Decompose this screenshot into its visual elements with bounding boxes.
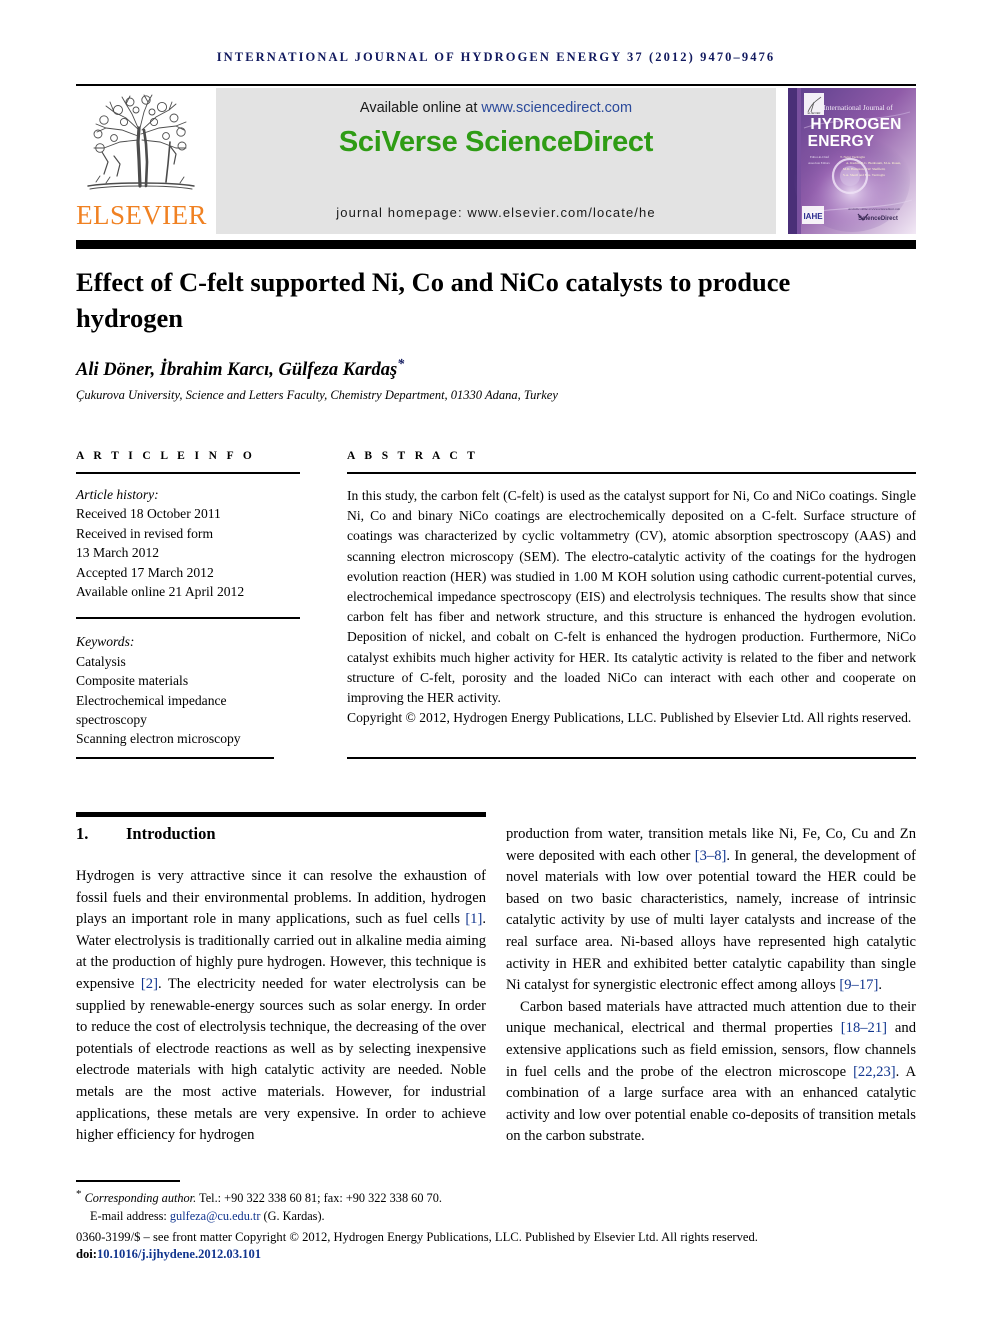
body-column-left: 1. Introduction Hydrogen is very attracti… — [76, 824, 486, 1147]
abstract-column: A B S T R A C T In this study, the carbo… — [347, 450, 916, 728]
citation-ref[interactable]: [2] — [141, 976, 158, 992]
svg-text:T. Nejat Veziroglu: T. Nejat Veziroglu — [840, 155, 865, 159]
history-item: Received in revised form — [76, 525, 214, 541]
introduction-top-bar — [76, 812, 486, 817]
keyword-item: Catalysis — [76, 653, 126, 669]
header-top-rule — [76, 84, 916, 86]
cover-artwork: ELSEVIER International Journal of HYDROG… — [788, 88, 916, 234]
abstract-text: In this study, the carbon felt (C-felt) … — [347, 488, 916, 706]
keywords-block: Keywords: Catalysis Composite materials … — [76, 632, 300, 748]
intro-text: . The electricity needed for water elect… — [76, 975, 486, 1144]
history-item: Received 18 October 2011 — [76, 506, 221, 522]
available-online-line: Available online at www.sciencedirect.co… — [216, 100, 776, 116]
article-info-heading: A R T I C L E I N F O — [76, 450, 256, 462]
citation-ref[interactable]: [9–17] — [839, 977, 878, 993]
footnote-star-marker: * — [76, 1188, 82, 1200]
body-column-right: production from water, transition metals… — [506, 824, 916, 1148]
svg-text:Editor-in-Chief: Editor-in-Chief — [810, 155, 830, 159]
svg-text:Available online at www.scienc: Available online at www.sciencedirect.co… — [848, 207, 901, 211]
elsevier-tree-icon — [87, 94, 195, 190]
header-bottom-bar — [76, 240, 916, 249]
svg-text:ELSEVIER: ELSEVIER — [808, 111, 821, 115]
elsevier-logo-block: ELSEVIER — [76, 88, 207, 234]
svg-text:S.A. Sherif and E.A. Veziroglu: S.A. Sherif and E.A. Veziroglu — [843, 173, 885, 177]
journal-cover-image: ELSEVIER International Journal of HYDROG… — [788, 88, 916, 234]
keywords-rule — [76, 617, 300, 620]
sciencedirect-banner: Available online at www.sciencedirect.co… — [216, 88, 776, 234]
paper-page: INTERNATIONAL JOURNAL OF HYDROGEN ENERGY… — [0, 0, 992, 1323]
sciencedirect-url[interactable]: www.sciencedirect.com — [481, 100, 632, 116]
footnote-block: * Corresponding author. Tel.: +90 322 33… — [76, 1186, 916, 1225]
footnote-rule — [76, 1180, 180, 1182]
svg-text:IAHE: IAHE — [803, 212, 823, 221]
author-names: Ali Döner, İbrahim Karcı, Gülfeza Kardaş — [76, 360, 398, 381]
intro-text: Hydrogen is very attractive since it can… — [76, 868, 486, 928]
history-item: Accepted 17 March 2012 — [76, 564, 214, 580]
author-list: Ali Döner, İbrahim Karcı, Gülfeza Kardaş… — [76, 357, 876, 381]
available-online-prefix: Available online at — [359, 100, 482, 116]
citation-ref[interactable]: [22,23] — [853, 1064, 896, 1080]
email-suffix: (G. Kardas). — [260, 1208, 325, 1223]
affiliation: Çukurova University, Science and Letters… — [76, 388, 558, 402]
citation-ref[interactable]: [18–21] — [841, 1020, 887, 1036]
intro-text: . In general, the development of novel m… — [506, 847, 916, 994]
page-title: Effect of C-felt supported Ni, Co and Ni… — [76, 267, 791, 333]
article-history-block: Article history: Received 18 October 201… — [76, 485, 300, 601]
info-bottom-rule — [76, 757, 274, 759]
doi-line: doi:10.1016/j.ijhydene.2012.03.101 — [76, 1247, 261, 1262]
abstract-copyright: Copyright © 2012, Hydrogen Energy Public… — [347, 710, 912, 726]
issn-copyright-line: 0360-3199/$ – see front matter Copyright… — [76, 1230, 758, 1244]
introduction-number: 1. — [76, 824, 89, 843]
article-info-rule — [76, 472, 300, 474]
intro-paragraph-2: Carbon based materials have attracted mu… — [506, 997, 916, 1148]
keyword-item: Composite materials — [76, 673, 189, 689]
email-link[interactable]: gulfeza@cu.edu.tr — [170, 1209, 261, 1223]
journal-header-band: ELSEVIER Available online at www.science… — [76, 88, 916, 234]
article-info-column: A R T I C L E I N F O Article history: R… — [76, 450, 300, 749]
elsevier-wordmark: ELSEVIER — [76, 200, 207, 230]
corresponding-author-note: * Corresponding author. Tel.: +90 322 33… — [76, 1186, 916, 1208]
email-label: E-mail address: — [90, 1208, 170, 1223]
doi-label: doi: — [76, 1247, 97, 1261]
abstract-heading: A B S T R A C T — [347, 450, 479, 462]
keyword-item: Scanning electron microscopy — [76, 731, 241, 747]
corresponding-author-contact: Tel.: +90 322 338 60 81; fax: +90 322 33… — [196, 1191, 442, 1206]
journal-homepage-line[interactable]: journal homepage: www.elsevier.com/locat… — [216, 205, 776, 220]
svg-text:HYDROGEN: HYDROGEN — [810, 116, 901, 133]
doi-value[interactable]: 10.1016/j.ijhydene.2012.03.101 — [97, 1247, 261, 1261]
keyword-item: Electrochemical impedance — [76, 692, 227, 708]
email-note: E-mail address: gulfeza@cu.edu.tr (G. Ka… — [76, 1208, 916, 1226]
citation-ref[interactable]: [1] — [465, 911, 482, 927]
citation-ref[interactable]: [3–8] — [695, 848, 727, 864]
history-item: Available online 21 April 2012 — [76, 584, 245, 600]
keywords-label: Keywords: — [76, 634, 135, 650]
introduction-heading: 1. Introduction — [76, 824, 486, 844]
introduction-title: Introduction — [126, 824, 216, 843]
article-history-label: Article history: — [76, 487, 159, 502]
corresponding-author-label: Corresponding author. — [84, 1191, 197, 1206]
intro-paragraph-1: Hydrogen is very attractive since it can… — [76, 866, 486, 1147]
history-item: 13 March 2012 — [76, 545, 160, 561]
sciverse-sciencedirect-logo: SciVerse ScienceDirect — [338, 126, 654, 158]
abstract-rule — [347, 472, 916, 474]
svg-text:International Journal of: International Journal of — [823, 103, 893, 112]
svg-text:Associate Editors: Associate Editors — [808, 161, 831, 165]
intro-text: . — [878, 977, 882, 994]
running-head: INTERNATIONAL JOURNAL OF HYDROGEN ENERGY… — [216, 50, 776, 64]
svg-text:ENERGY: ENERGY — [808, 133, 875, 150]
abstract-bottom-rule — [347, 757, 916, 759]
corresponding-author-marker: * — [397, 357, 405, 372]
keyword-item: spectroscopy — [76, 712, 147, 728]
intro-paragraph-1-cont: production from water, transition metals… — [506, 824, 916, 997]
